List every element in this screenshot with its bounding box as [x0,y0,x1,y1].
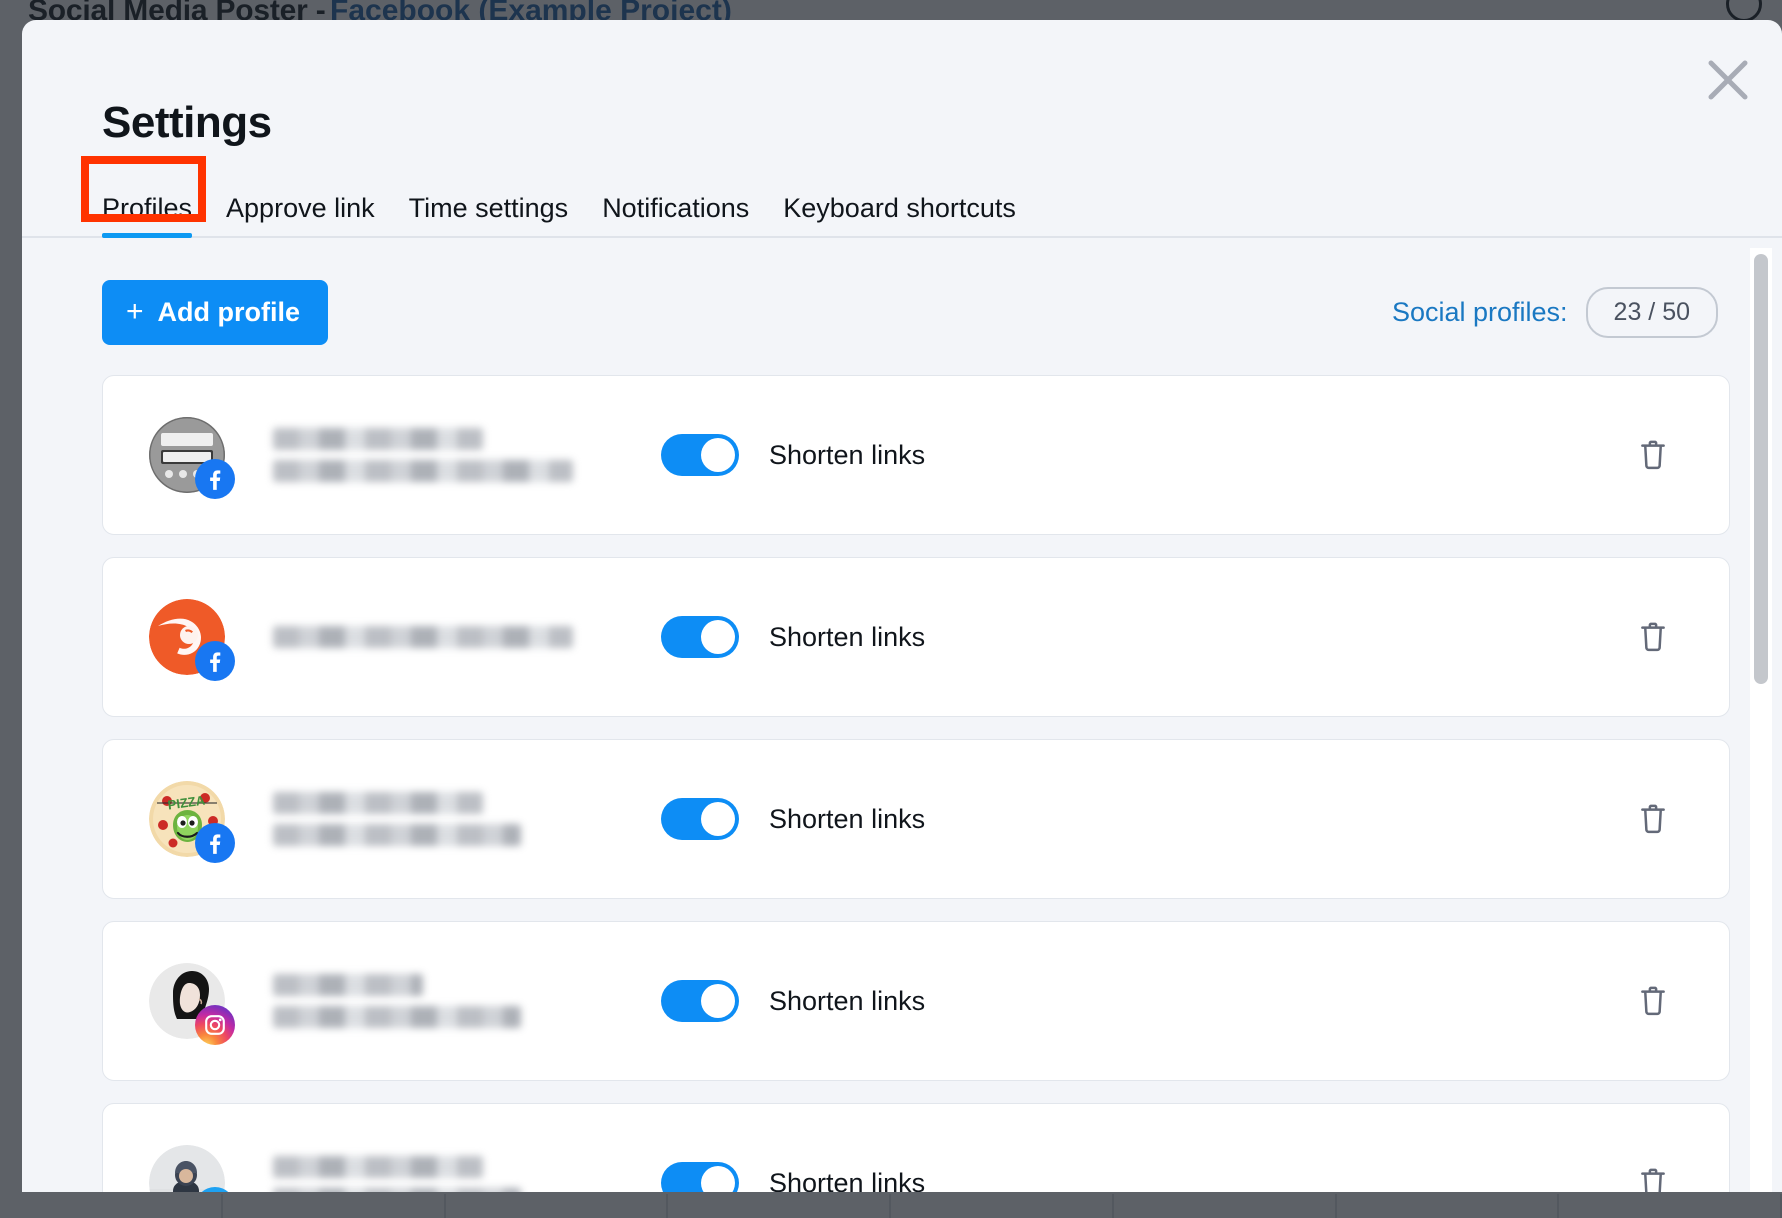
profile-name [273,626,603,648]
trash-icon[interactable] [1629,795,1677,843]
trash-icon[interactable] [1629,613,1677,661]
trash-icon[interactable] [1629,431,1677,479]
table-row[interactable]: PIZZA Shorten links [102,739,1730,899]
winter-portrait-icon [149,1145,225,1192]
profile-name [273,428,603,482]
settings-modal: Settings Profiles Approve link Time sett… [22,20,1782,1192]
facebook-icon [195,823,235,863]
close-icon[interactable] [1700,52,1756,108]
page-title: Settings [102,98,272,147]
shorten-links-toggle[interactable] [661,798,739,840]
redacted-text-line [273,1006,521,1028]
redacted-text-line [273,460,573,482]
profile-name [273,974,603,1028]
plus-icon: + [126,294,144,328]
trash-icon[interactable] [1629,977,1677,1025]
add-profile-label: Add profile [157,297,301,327]
tab-notifications[interactable]: Notifications [602,195,749,236]
tab-keyboard-shortcuts[interactable]: Keyboard shortcuts [783,195,1016,236]
redacted-text-line [273,428,483,450]
redacted-text-line [273,1156,483,1178]
shorten-links-control: Shorten links [661,980,925,1022]
tab-profiles[interactable]: Profiles [102,195,193,238]
tab-approve-link[interactable]: Approve link [226,195,375,236]
redacted-text-line [273,974,423,996]
shorten-links-toggle[interactable] [661,616,739,658]
scrollbar-thumb[interactable] [1754,254,1768,684]
add-profile-button[interactable]: + Add profile [102,280,329,345]
shorten-links-label: Shorten links [769,803,926,834]
settings-tabs: Profiles Approve link Time settings Noti… [22,156,1782,238]
redacted-text-line [273,626,573,648]
tab-time-settings[interactable]: Time settings [409,195,569,236]
scrollbar-track[interactable] [1750,248,1772,1192]
avatar [149,417,235,499]
avatar: PIZZA [149,781,235,863]
profiles-panel: + Add profile Social profiles: 23 / 50 S… [22,238,1782,1192]
shorten-links-label: Shorten links [769,1167,926,1193]
profiles-toolbar: + Add profile Social profiles: 23 / 50 [102,280,1730,345]
shorten-links-control: Shorten links [661,1162,925,1192]
shorten-links-toggle[interactable] [661,434,739,476]
trash-icon[interactable] [1629,1159,1677,1192]
table-row[interactable]: Shorten links [102,375,1730,535]
facebook-icon [195,459,235,499]
shorten-links-label: Shorten links [769,985,926,1016]
social-profiles-label: Social profiles: [1391,297,1568,327]
avatar [149,599,235,681]
social-profiles-counter: Social profiles: 23 / 50 [1392,287,1730,338]
shorten-links-control: Shorten links [661,798,925,840]
redacted-text-line [273,792,483,814]
table-row[interactable]: Shorten links [102,921,1730,1081]
avatar [149,963,235,1045]
shorten-links-toggle[interactable] [661,980,739,1022]
table-row[interactable]: Shorten links [102,1103,1730,1192]
avatar [149,1145,235,1192]
instagram-icon [195,1005,235,1045]
profile-name [273,1156,603,1192]
shorten-links-label: Shorten links [769,439,926,470]
redacted-text-line [273,1188,521,1192]
profiles-list: Shorten links Shorten links PIZZA Shorte… [102,375,1730,1192]
profile-name [273,792,603,846]
table-row[interactable]: Shorten links [102,557,1730,717]
social-profiles-count-badge: 23 / 50 [1585,287,1718,338]
redacted-text-line [273,824,521,846]
shorten-links-control: Shorten links [661,434,925,476]
facebook-icon [195,641,235,681]
shorten-links-toggle[interactable] [661,1162,739,1192]
shorten-links-label: Shorten links [769,621,926,652]
shorten-links-control: Shorten links [661,616,925,658]
